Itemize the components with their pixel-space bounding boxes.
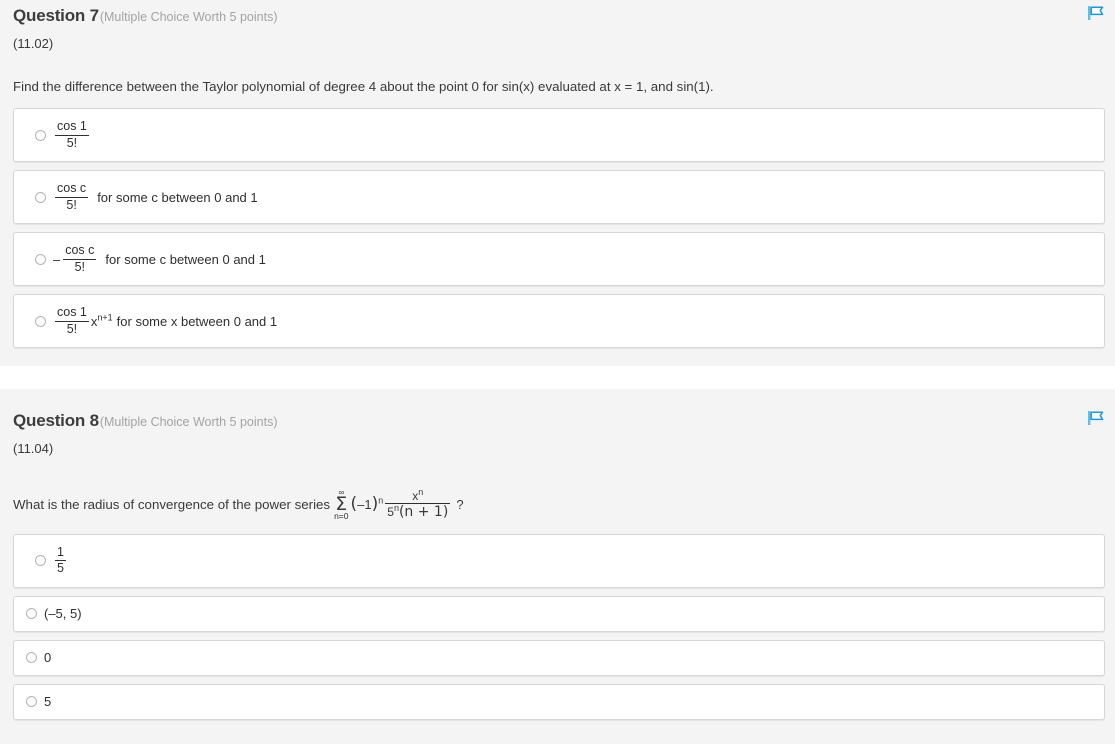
- q7-option-3-text: for some c between 0 and 1: [105, 251, 266, 267]
- q8-option-1[interactable]: 1 5: [13, 533, 1105, 588]
- q8-option-4-label: 5: [44, 694, 52, 709]
- q8-option-4-radio[interactable]: [26, 696, 37, 707]
- q7-option-2[interactable]: cos c 5! for some c between 0 and 1: [13, 170, 1105, 224]
- q8-option-1-denominator: 5: [55, 560, 66, 575]
- question-separator-gap: [0, 366, 1115, 389]
- question-block-8: Question 8 (Multiple Choice Worth 5 poin…: [0, 389, 1115, 744]
- q8-option-4[interactable]: 5: [13, 683, 1105, 720]
- q7-option-4-radio[interactable]: [35, 315, 46, 327]
- q7-option-4-denominator: 5!: [55, 320, 89, 336]
- q8-option-4-body: 5: [44, 694, 51, 709]
- series-numerator-exponent: n: [418, 486, 424, 497]
- question-8-prompt: What is the radius of convergence of the…: [0, 456, 1115, 521]
- q7-option-4-fraction: cos 1 5!: [55, 306, 89, 335]
- factor-base: –1: [357, 497, 372, 513]
- q8-option-2[interactable]: (–5, 5): [13, 595, 1105, 632]
- question-8-options: 1 5 (–5, 5) 0 5: [0, 521, 1115, 734]
- quiz-page: Question 7 (Multiple Choice Worth 5 poin…: [0, 0, 1115, 744]
- q8-option-2-body: (–5, 5): [44, 606, 82, 621]
- question-8-points-label: (Multiple Choice Worth 5 points): [99, 415, 278, 429]
- q8-option-1-fraction: 1 5: [55, 544, 66, 575]
- q7-option-3-fraction: cos c 5!: [63, 243, 97, 274]
- q7-option-1-numerator: cos 1: [57, 119, 87, 134]
- q8-option-2-label: (–5, 5): [44, 606, 82, 621]
- q7-option-1-body: cos 1 5!: [53, 120, 91, 149]
- question-7-prompt: Find the difference between the Taylor p…: [0, 51, 1115, 95]
- q8-option-3-body: 0: [44, 650, 51, 665]
- q7-option-4-variable: xn+1: [91, 312, 113, 329]
- power-series-formula: ∞ Σ n=0 (–1)n xn 5n(n + 1) ?: [334, 486, 464, 521]
- q7-option-4-numerator: cos 1: [57, 305, 87, 320]
- question-8-title: Question 8: [13, 411, 99, 430]
- question-8-prompt-text: What is the radius of convergence of the…: [13, 497, 331, 513]
- q7-option-4-body: cos 1 5! xn+1 for some x between 0 and 1: [53, 306, 277, 335]
- series-term-denominator: 5n(n + 1): [385, 503, 451, 521]
- q8-option-3[interactable]: 0: [13, 639, 1105, 676]
- q7-option-2-fraction: cos c 5!: [55, 181, 89, 212]
- series-denominator-base: 5: [387, 505, 394, 520]
- question-8-standard-code: (11.04): [13, 441, 54, 456]
- q7-option-4-variable-exponent: n+1: [97, 312, 113, 323]
- q7-option-3-numerator: cos c: [65, 243, 95, 258]
- flag-icon[interactable]: [1085, 408, 1107, 428]
- q7-option-1-radio[interactable]: [35, 129, 46, 141]
- q7-option-2-numerator: cos c: [57, 181, 87, 196]
- alternating-factor: (–1)n: [351, 496, 384, 513]
- q7-option-3-negative-sign: –: [53, 251, 61, 267]
- flag-icon[interactable]: [1085, 3, 1107, 23]
- series-denominator-paren-term: (n + 1): [398, 504, 449, 521]
- q7-option-2-body: cos c 5! for some c between 0 and 1: [53, 182, 258, 211]
- q7-option-4-text: for some x between 0 and 1: [116, 313, 278, 329]
- q8-option-2-radio[interactable]: [26, 608, 37, 619]
- question-7-options: cos 1 5! cos c 5! for some c between 0 a…: [0, 95, 1115, 362]
- q7-option-2-radio[interactable]: [35, 191, 46, 203]
- question-7-prompt-text: Find the difference between the Taylor p…: [13, 78, 714, 94]
- question-block-7: Question 7 (Multiple Choice Worth 5 poin…: [0, 0, 1115, 366]
- q8-option-1-body: 1 5: [53, 544, 68, 575]
- summation-symbol-group: ∞ Σ n=0: [334, 489, 348, 521]
- q7-option-3-radio[interactable]: [35, 253, 46, 265]
- question-7-standard-code: (11.02): [13, 36, 54, 51]
- q7-option-1-denominator: 5!: [55, 134, 89, 150]
- summation-lower-limit: n=0: [334, 511, 349, 521]
- q7-option-2-denominator: 5!: [55, 196, 89, 212]
- question-7-points-label: (Multiple Choice Worth 5 points): [99, 10, 278, 24]
- series-term-numerator: xn: [410, 486, 425, 504]
- q7-option-2-text: for some c between 0 and 1: [97, 189, 258, 205]
- q8-option-3-label: 0: [44, 650, 52, 665]
- question-7-header: Question 7 (Multiple Choice Worth 5 poin…: [0, 0, 1115, 26]
- question-7-title: Question 7: [13, 6, 99, 25]
- q7-option-1-fraction: cos 1 5!: [55, 120, 89, 149]
- q8-option-1-numerator: 1: [57, 544, 64, 559]
- q7-option-3-denominator: 5!: [63, 258, 97, 274]
- q8-option-3-radio[interactable]: [26, 652, 37, 663]
- q7-option-1[interactable]: cos 1 5!: [13, 108, 1105, 162]
- q8-option-1-radio[interactable]: [35, 555, 46, 566]
- question-8-header: Question 8 (Multiple Choice Worth 5 poin…: [0, 389, 1115, 431]
- q7-option-3[interactable]: – cos c 5! for some c between 0 and 1: [13, 232, 1105, 286]
- factor-exponent: n: [378, 495, 384, 506]
- q7-option-3-body: – cos c 5! for some c between 0 and 1: [53, 244, 266, 273]
- question-mark: ?: [456, 497, 464, 513]
- series-term-fraction: xn 5n(n + 1): [385, 486, 451, 521]
- q7-option-4[interactable]: cos 1 5! xn+1 for some x between 0 and 1: [13, 294, 1105, 348]
